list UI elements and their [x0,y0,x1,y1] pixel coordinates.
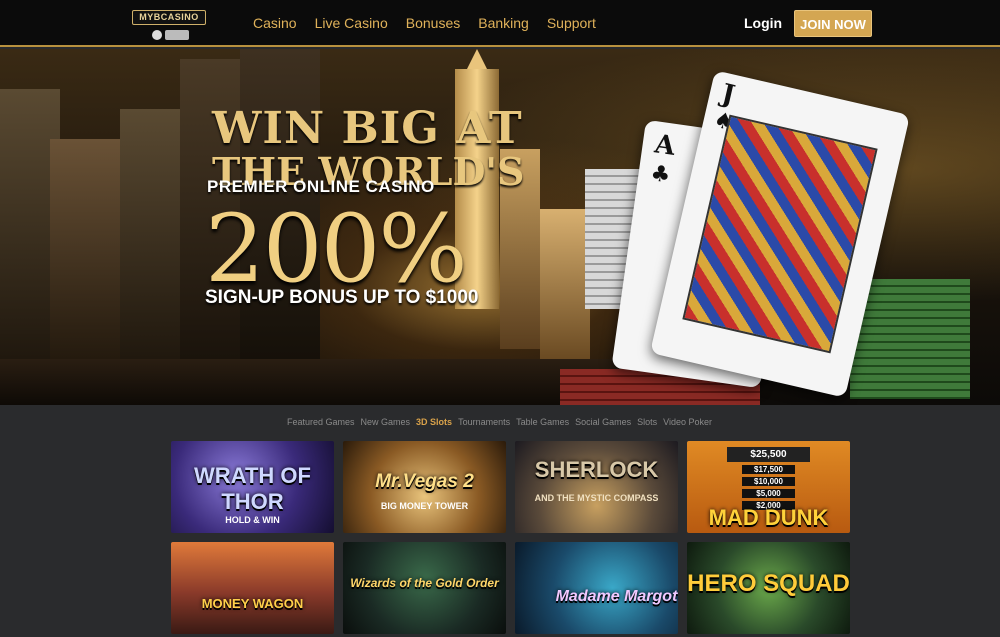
tab-video-poker[interactable]: Video Poker [663,417,712,427]
game-tile-wrath-of-thor[interactable]: WRATH OF THOR HOLD & WIN [171,441,334,533]
game-title: Wizards of the Gold Order [350,576,499,590]
game-title: Mr.Vegas 2 [375,471,474,492]
game-title: SHERLOCK [534,457,659,482]
game-title: MAD DUNK [708,505,829,530]
game-subtitle: AND THE MYSTIC COMPASS [534,493,659,503]
nav-live-casino[interactable]: Live Casino [315,15,388,31]
game-tile-mr-vegas-2[interactable]: Mr.Vegas 2 BIG MONEY TOWER [343,441,506,533]
logo-badges [152,27,202,40]
street [0,359,640,405]
nav-casino[interactable]: Casino [253,15,297,31]
login-link[interactable]: Login [744,15,782,31]
game-title: HERO SQUAD [687,570,850,597]
tab-3d-slots[interactable]: 3D Slots [416,417,452,427]
tab-table-games[interactable]: Table Games [516,417,569,427]
hero-headline-1: WIN BIG AT [212,103,523,154]
game-tile-sherlock[interactable]: SHERLOCK AND THE MYSTIC COMPASS [515,441,678,533]
join-now-button[interactable]: JOIN NOW [794,10,872,37]
game-subtitle: BIG MONEY TOWER [380,501,469,511]
game-tile-money-wagon[interactable]: MONEY WAGON [171,542,334,634]
game-tile-hero-squad[interactable]: HERO SQUAD [687,542,850,634]
jack-face-art [682,114,878,354]
nav-support[interactable]: Support [547,15,596,31]
jackpot-top: $25,500 [727,447,810,462]
hero-bonus-text: SIGN-UP BONUS UP TO $1000 [205,287,479,308]
game-tile-mad-dunk[interactable]: $25,500 $17,500 $10,000 $5,000 $2,000 MA… [687,441,850,533]
nav-banking[interactable]: Banking [478,15,529,31]
nav-bonuses[interactable]: Bonuses [406,15,460,31]
game-subtitle: HOLD & WIN [225,515,280,525]
site-logo[interactable]: MYBCASINO [132,10,206,40]
game-title: WRATH OF THOR [194,463,311,514]
game-title: Madame Margot [555,588,678,605]
tab-slots[interactable]: Slots [637,417,657,427]
game-category-tabs: Featured Games New Games 3D Slots Tourna… [287,417,718,427]
game-title: MONEY WAGON [201,596,304,611]
tab-tournaments[interactable]: Tournaments [458,417,510,427]
hero-banner[interactable]: A ♣ J ♠ WIN BIG AT THE WORLD'S PREMIER O… [0,49,1000,405]
jackpot-value: $5,000 [742,489,795,498]
logo-text: MYBCASINO [132,10,206,25]
jackpot-value: $10,000 [742,477,795,486]
main-nav: Casino Live Casino Bonuses Banking Suppo… [253,15,614,31]
hero-headline-3: PREMIER ONLINE CASINO [207,177,435,196]
top-navigation-bar: MYBCASINO Casino Live Casino Bonuses Ban… [0,0,1000,47]
game-tile-madame-margot[interactable]: Madame Margot [515,542,678,634]
tab-social-games[interactable]: Social Games [575,417,631,427]
tab-new-games[interactable]: New Games [361,417,411,427]
game-tile-wizards-gold-order[interactable]: Wizards of the Gold Order [343,542,506,634]
tab-featured-games[interactable]: Featured Games [287,417,355,427]
jackpot-value: $17,500 [742,465,795,474]
